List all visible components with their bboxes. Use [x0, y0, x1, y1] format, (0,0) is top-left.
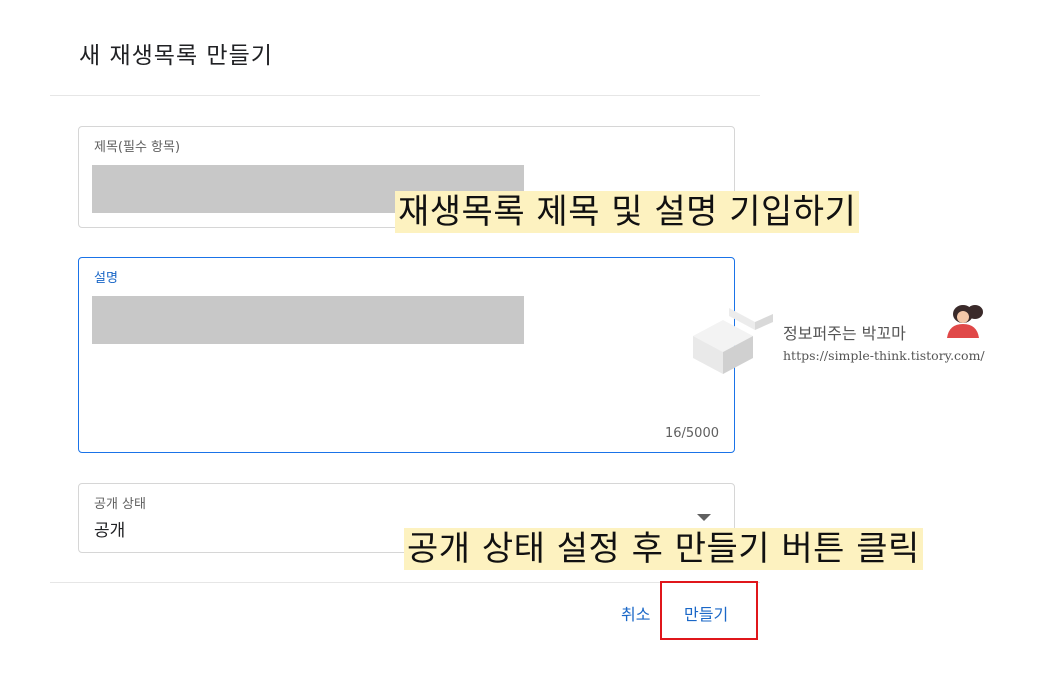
- avatar-icon: [947, 305, 983, 338]
- title-field-label: 제목(필수 항목): [94, 140, 181, 155]
- description-field[interactable]: 설명 16/5000: [78, 257, 735, 453]
- create-button-highlight-box: [660, 581, 758, 640]
- footer-divider: [50, 582, 760, 583]
- header-divider: [50, 95, 760, 96]
- description-char-counter: 16/5000: [664, 426, 719, 441]
- block-logo-icon: [693, 308, 773, 374]
- privacy-select-label: 공개 상태: [94, 497, 146, 512]
- watermark-name: 정보퍼주는 박꼬마: [783, 324, 906, 343]
- cancel-button[interactable]: 취소: [621, 601, 650, 625]
- privacy-select-value: 공개: [94, 521, 126, 541]
- watermark: 정보퍼주는 박꼬마 https://simple-think.tistory.c…: [693, 300, 1013, 380]
- caret-down-icon[interactable]: [697, 514, 711, 521]
- annotation-step1: 재생목록 제목 및 설명 기입하기: [395, 191, 860, 233]
- watermark-url: https://simple-think.tistory.com/: [783, 348, 985, 363]
- description-field-label: 설명: [94, 271, 118, 286]
- playlist-dialog: 새 재생목록 만들기 제목(필수 항목) 설명 16/5000 공개 상태 공개…: [0, 0, 1045, 691]
- annotation-step2: 공개 상태 설정 후 만들기 버튼 클릭: [404, 528, 923, 570]
- dialog-title: 새 재생목록 만들기: [79, 43, 273, 69]
- description-field-redacted-value: [92, 296, 524, 344]
